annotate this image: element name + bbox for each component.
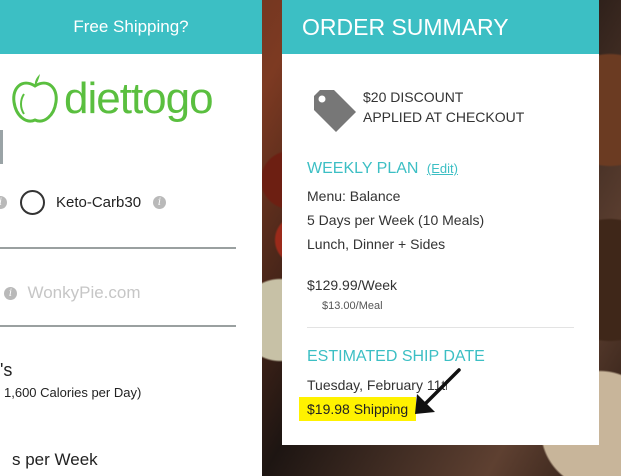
signup-panel: Free Shipping? diettogo i Keto-Carb30 i … — [0, 0, 262, 476]
edit-plan-link[interactable]: (Edit) — [427, 161, 458, 176]
info-icon[interactable]: i — [0, 196, 7, 209]
discount-notice: $20 DISCOUNT APPLIED AT CHECKOUT — [363, 87, 524, 127]
shipping-cost: $19.98 Shipping — [307, 401, 409, 417]
apple-logo-icon — [12, 74, 58, 123]
weekly-plan-heading: WEEKLY PLAN (Edit) — [307, 160, 458, 178]
info-icon: i — [4, 286, 17, 300]
logo-wordmark: diettogo — [64, 74, 214, 123]
free-shipping-banner[interactable]: Free Shipping? — [0, 0, 262, 54]
divider — [0, 325, 236, 327]
ship-date-heading: ESTIMATED SHIP DATE — [307, 348, 485, 365]
per-meal-price: $13.00/Meal — [322, 300, 383, 312]
diettogo-logo[interactable]: diettogo — [10, 68, 214, 130]
select-box-edge[interactable] — [0, 130, 3, 164]
plan-option-label: Keto-Carb30 — [56, 194, 142, 211]
divider — [307, 327, 574, 328]
free-shipping-text: Free Shipping? — [73, 17, 189, 36]
calories-text: 1,600 Calories per Day) — [4, 385, 142, 400]
weekly-plan-title: WEEKLY PLAN — [307, 160, 419, 177]
plan-menu: Menu: Balance — [307, 188, 401, 204]
divider — [0, 247, 236, 249]
order-summary-title: ORDER SUMMARY — [282, 0, 599, 54]
discount-amount: $20 DISCOUNT — [363, 89, 464, 105]
discount-applied-text: APPLIED AT CHECKOUT — [363, 109, 525, 125]
plan-option-keto-carb30[interactable]: i Keto-Carb30 i — [0, 188, 250, 218]
watermark-text: WonkyPie.com — [27, 283, 141, 302]
plan-radio-button[interactable] — [20, 190, 45, 215]
watermark: i WonkyPie.com — [4, 283, 141, 303]
info-icon[interactable]: i — [153, 196, 166, 209]
plan-days: 5 Days per Week (10 Meals) — [307, 212, 485, 228]
price-tag-icon — [314, 90, 356, 132]
plan-meals: Lunch, Dinner + Sides — [307, 236, 446, 252]
arrow-down-left-icon — [415, 368, 461, 414]
weekly-price: $129.99/Week — [307, 277, 398, 293]
plan-heading-fragment: 's — [0, 360, 13, 380]
days-per-week-label: s per Week — [12, 450, 98, 469]
